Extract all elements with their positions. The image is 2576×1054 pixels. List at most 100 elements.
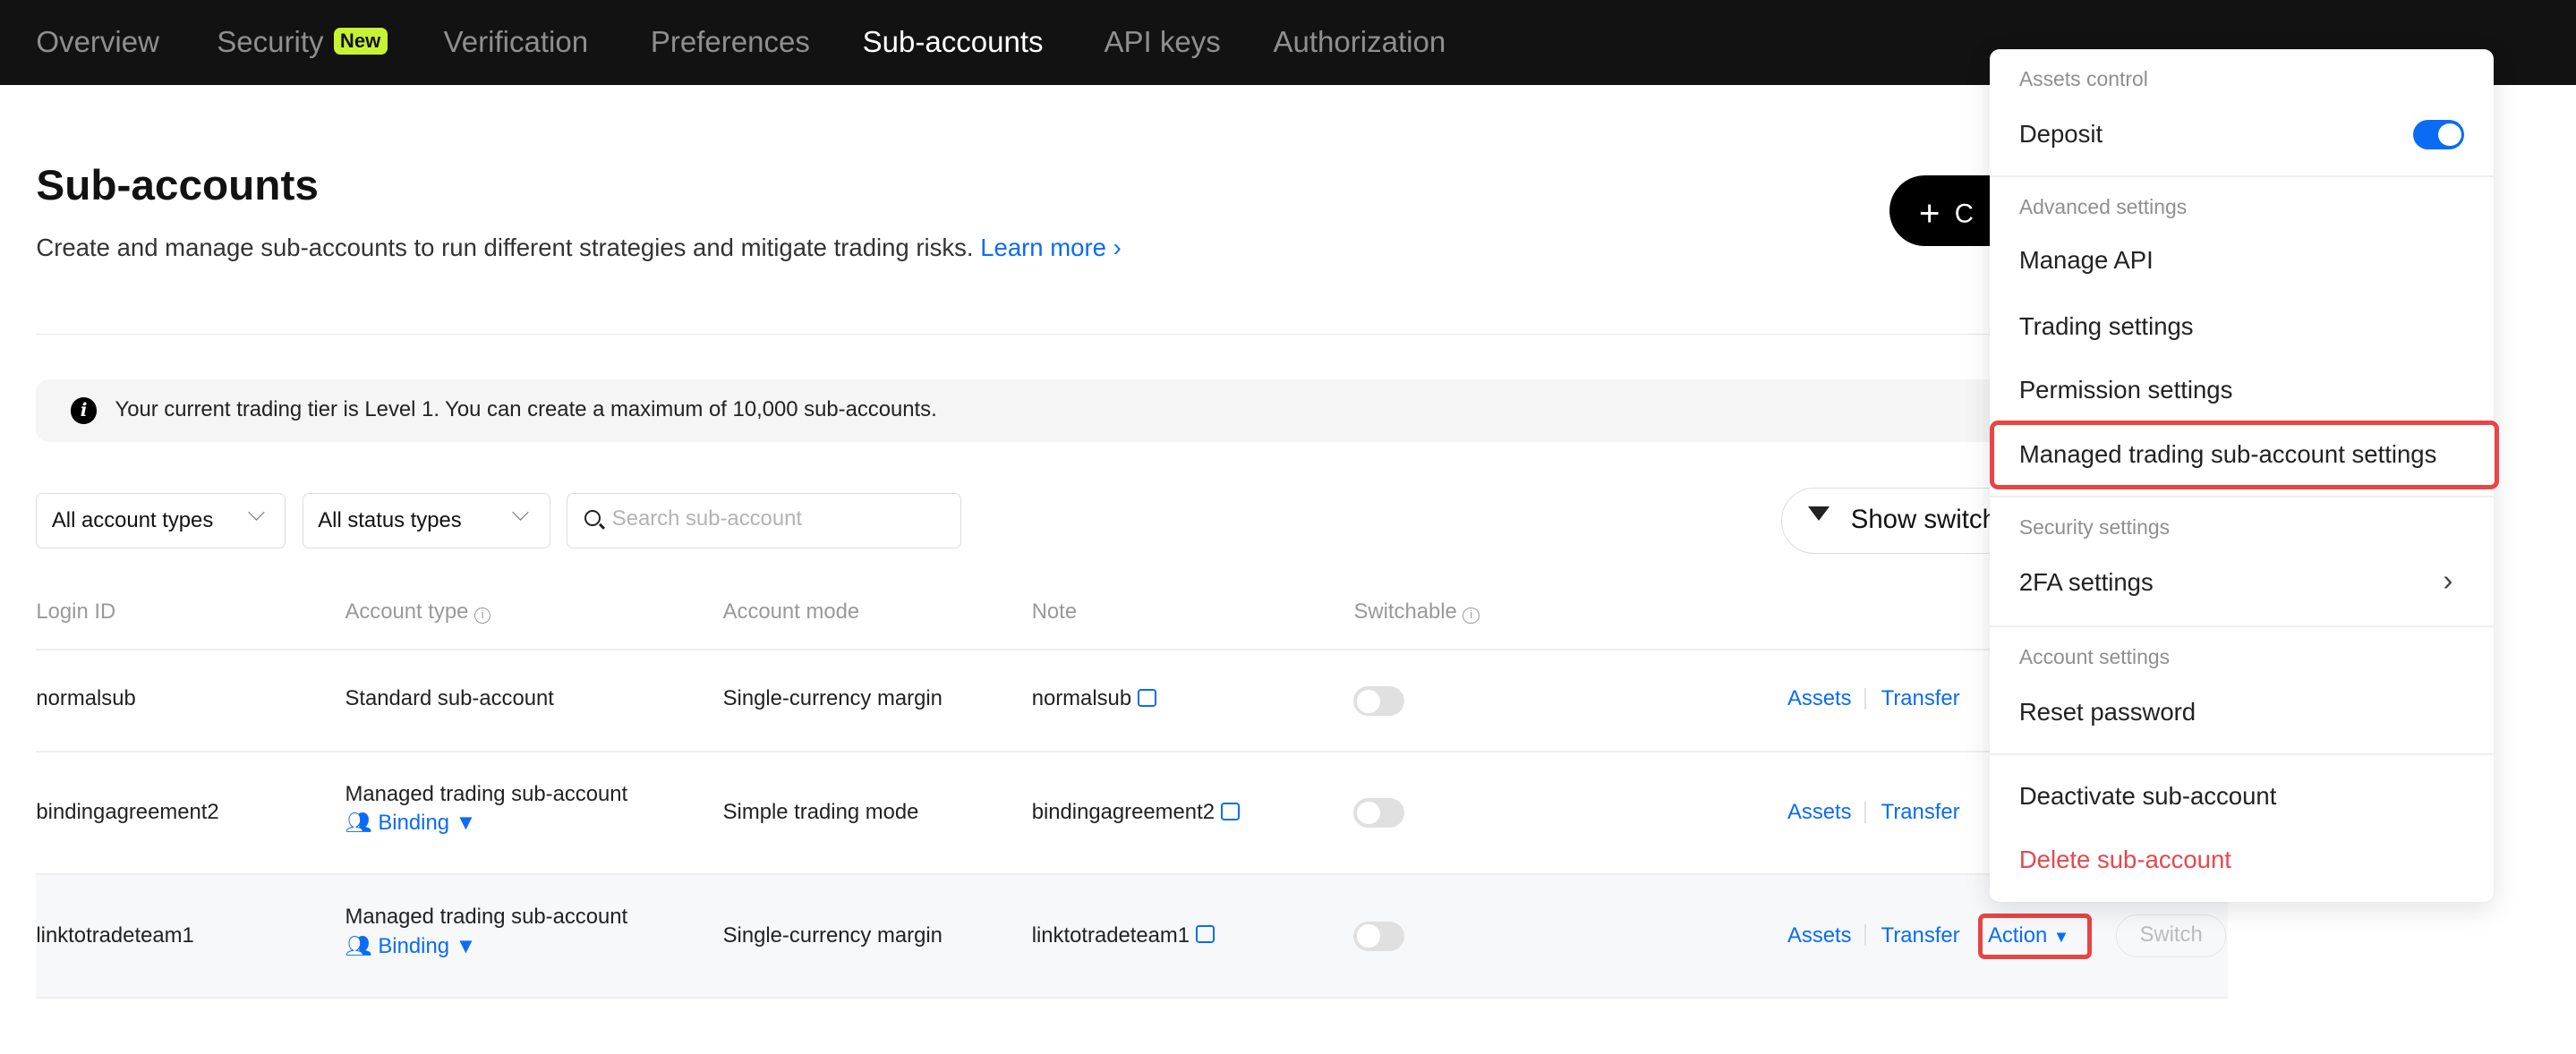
highlight-box [1989,420,2499,489]
tab-api-keys[interactable]: API keys [1104,25,1220,59]
learn-more-link[interactable]: Learn more › [980,234,1122,261]
binding-dropdown[interactable]: 👥︎ Binding ▼ [345,933,476,959]
menu-item-permission-settings[interactable]: Permission settings [2019,376,2233,404]
tab-sub-accounts[interactable]: Sub-accounts [863,25,1044,59]
banner-text: Your current trading tier is Level 1. Yo… [115,397,937,422]
header-note: Note [1031,599,1078,624]
switchable-toggle[interactable] [1353,686,1405,717]
new-badge: New [333,28,388,55]
header-label: Account type [345,599,469,624]
transfer-link[interactable]: Transfer [1881,800,1960,825]
menu-divider [1989,625,2495,628]
highlight-box [1977,913,2092,959]
subtitle-text: Create and manage sub-accounts to run di… [36,233,974,261]
assets-link[interactable]: Assets [1787,800,1852,825]
caret-down-icon: ▼ [455,933,477,958]
edit-icon[interactable] [1221,802,1240,820]
account-type-value: All account types [51,508,214,533]
page-subtitle: Create and manage sub-accounts to run di… [36,234,1121,262]
header-account-mode: Account mode [722,599,860,624]
tab-overview[interactable]: Overview [36,25,159,59]
show-switch-label: Show switch [1850,505,1997,535]
tab-security[interactable]: Security [217,25,323,59]
edit-icon[interactable] [1138,688,1156,708]
separator [1864,924,1867,947]
search-icon [584,509,601,527]
account-mode: Single-currency margin [722,922,943,948]
caret-down-icon: ▼ [455,810,477,835]
tab-verification[interactable]: Verification [444,25,589,59]
menu-item-delete[interactable]: Delete sub-account [2019,846,2231,874]
menu-item-2fa-settings[interactable]: 2FA settings [2019,568,2154,597]
menu-section-assets-control: Assets control [2018,67,2148,91]
menu-item-manage-api[interactable]: Manage API [2019,246,2154,275]
transfer-link[interactable]: Transfer [1881,923,1960,948]
row-divider [36,649,2228,650]
header-login-id: Login ID [36,599,116,624]
learn-more-label: Learn more [980,233,1106,261]
menu-section-security: Security settings [2018,515,2171,540]
switchable-toggle[interactable] [1353,921,1405,951]
page-title: Sub-accounts [36,161,319,209]
menu-item-trading-settings[interactable]: Trading settings [2019,312,2194,341]
tab-authorization[interactable]: Authorization [1274,25,1446,59]
note: normalsub [1032,686,1156,711]
assets-link[interactable]: Assets [1787,686,1852,711]
header-account-type: Account type i [345,599,491,625]
note-text: linktotradeteam1 [1031,922,1190,948]
note-text: normalsub [1031,686,1132,711]
login-id: linktotradeteam1 [36,922,194,948]
separator [1864,688,1867,710]
info-icon: i [70,397,98,424]
row-divider [36,873,2228,876]
note: linktotradeteam1 [1032,923,1215,948]
switch-button[interactable]: Switch [2116,914,2227,958]
row-divider [36,750,2228,752]
status-type-value: All status types [318,508,462,533]
menu-divider [1989,175,2495,178]
menu-divider [1989,496,2495,498]
status-type-select[interactable]: All status types [302,492,550,549]
assets-link[interactable]: Assets [1787,923,1852,948]
create-label: C [1954,199,1974,229]
chevron-right-icon: › [1113,233,1122,261]
plus-icon: + [1918,191,1941,234]
edit-icon[interactable] [1196,925,1215,944]
menu-divider [1989,753,2495,756]
menu-item-deactivate[interactable]: Deactivate sub-account [2019,782,2277,811]
separator [1864,801,1867,823]
transfer-link[interactable]: Transfer [1881,686,1960,711]
users-icon: 👥︎ [345,810,372,835]
menu-item-deposit: Deposit [2018,119,2103,148]
info-icon[interactable]: i [474,607,491,625]
users-icon: 👥︎ [345,933,372,958]
account-type: Standard sub-account [345,686,554,711]
account-mode: Single-currency margin [722,686,943,711]
account-type: Managed trading sub-account [345,781,628,806]
menu-section-account: Account settings [2018,645,2171,669]
search-box [567,492,961,549]
chevron-right-icon: › [2443,563,2453,597]
info-icon[interactable]: i [1463,607,1480,625]
binding-label: Binding [378,810,449,835]
login-id: bindingagreement2 [36,799,219,824]
search-input[interactable] [611,506,941,532]
login-id: normalsub [36,686,136,711]
account-type-select[interactable]: All account types [36,492,286,549]
switchable-toggle[interactable] [1353,798,1405,829]
chevron-down-icon [248,504,265,521]
tab-preferences[interactable]: Preferences [651,25,810,59]
row-divider [36,997,2228,999]
info-banner: i Your current trading tier is Level 1. … [36,379,2228,442]
binding-dropdown[interactable]: 👥︎ Binding ▼ [345,810,476,836]
account-mode: Simple trading mode [722,799,919,824]
binding-label: Binding [378,933,449,958]
note: bindingagreement2 [1032,800,1240,825]
note-text: bindingagreement2 [1031,799,1215,824]
menu-item-reset-password[interactable]: Reset password [2019,698,2196,727]
menu-section-advanced: Advanced settings [2018,195,2188,219]
deposit-toggle[interactable] [2413,119,2465,150]
account-type: Managed trading sub-account [345,905,628,930]
divider [36,333,2228,336]
header-switchable: Switchable i [1353,599,1480,625]
